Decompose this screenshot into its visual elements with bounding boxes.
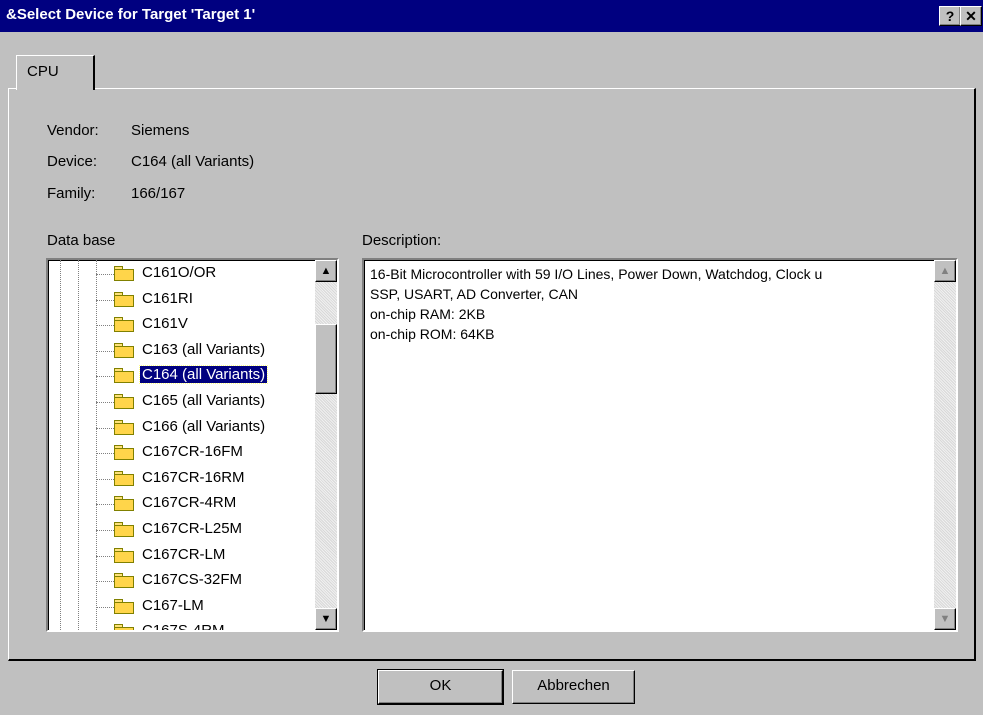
tree-connector (96, 274, 114, 275)
scroll-down-button[interactable]: ▼ (315, 608, 337, 630)
tree-connector (96, 606, 114, 608)
tree-item-label: C167CR-4RM (142, 494, 237, 512)
tree-item-label: C166 (all Variants) (142, 417, 266, 435)
scroll-up-button[interactable]: ▲ (934, 260, 956, 282)
tree-item[interactable]: C167CR-4RM (48, 492, 308, 517)
tree-item-label: C164 (all Variants) (138, 365, 269, 385)
description-line: on-chip RAM: 2KB (370, 306, 486, 322)
folder-icon (114, 291, 135, 307)
tree-item-label: C161V (142, 315, 188, 333)
select-device-dialog: &Select Device for Target 'Target 1' ? ✕… (0, 0, 983, 715)
tree-item[interactable]: C167-LM (48, 595, 308, 620)
scroll-up-button[interactable]: ▲ (315, 260, 337, 282)
folder-icon (114, 317, 135, 333)
description-scrollbar[interactable]: ▲ ▼ (934, 260, 956, 630)
tree-item[interactable]: C167CR-L25M (48, 518, 308, 543)
tree-item[interactable]: C164 (all Variants) (48, 364, 308, 389)
tree-item-label: C167CR-16FM (142, 443, 243, 461)
tree-item[interactable]: C161RI (48, 288, 308, 313)
folder-icon (114, 522, 135, 537)
device-label: Device: (47, 153, 98, 170)
folder-icon (114, 342, 135, 358)
tree-item[interactable]: C161V (48, 313, 308, 338)
title-bar: &Select Device for Target 'Target 1' ? ✕ (0, 0, 983, 32)
tree-connector (96, 350, 114, 352)
folder-icon (114, 445, 135, 461)
tree-connector (96, 325, 114, 327)
folder-icon (114, 598, 135, 614)
tree-item[interactable]: C167CS-32FM (48, 569, 308, 594)
tree-item-label: C161O/OR (142, 264, 217, 281)
help-button[interactable]: ? (939, 6, 961, 26)
tree-item[interactable]: C165 (all Variants) (48, 390, 308, 415)
description-text: 16-Bit Microcontroller with 59 I/O Lines… (370, 264, 822, 344)
tree-connector (96, 555, 114, 557)
vendor-value: Siemens (131, 122, 190, 139)
description-line: 16-Bit Microcontroller with 59 I/O Lines… (370, 266, 823, 282)
description-label: Description: (362, 232, 442, 249)
description-line: SSP, USART, AD Converter, CAN (370, 286, 579, 302)
device-tree[interactable]: C161O/OR C161RI C161V C163 (all Variants) C1… (46, 258, 339, 632)
tree-item[interactable]: C167S-4RM (48, 620, 308, 632)
scroll-thumb[interactable] (315, 324, 337, 394)
window-title: &Select Device for Target 'Target 1' (6, 6, 256, 23)
tree-item-label: C165 (all Variants) (142, 392, 266, 409)
tree-item[interactable]: C167CR-16RM (48, 467, 308, 492)
tree-item-label: C167CR-LM (142, 545, 226, 563)
tree-connector (96, 453, 114, 455)
family-value: 166/167 (131, 185, 186, 202)
cancel-button[interactable]: Abbrechen (512, 670, 635, 704)
tree-connector (96, 504, 114, 506)
folder-icon (114, 573, 135, 589)
scroll-down-button[interactable]: ▼ (934, 608, 956, 630)
tree-item[interactable]: C167CR-16FM (48, 441, 308, 466)
vendor-label: Vendor: (47, 122, 99, 139)
tree-scrollbar[interactable]: ▲ ▼ (315, 260, 337, 630)
folder-icon (114, 624, 135, 630)
tab-cpu[interactable]: CPU (16, 55, 95, 90)
close-button[interactable]: ✕ (960, 6, 982, 26)
tree-item-label: C167-LM (142, 596, 204, 614)
database-label: Data base (47, 232, 116, 249)
ok-button[interactable]: OK (377, 669, 504, 705)
tree-item-label: C167S-4RM (142, 622, 225, 632)
description-box[interactable]: 16-Bit Microcontroller with 59 I/O Lines… (362, 258, 958, 632)
tree-connector (96, 376, 114, 378)
tree-item-label: C163 (all Variants) (142, 340, 266, 358)
folder-icon (114, 496, 135, 512)
tree-item-label: C167CR-16RM (142, 468, 245, 486)
tree-item-label: C161RI (142, 289, 193, 307)
folder-icon (114, 419, 135, 435)
tree-connector (96, 530, 114, 531)
description-line: on-chip ROM: 64KB (370, 326, 495, 342)
tree-item-label: C167CS-32FM (142, 571, 243, 589)
folder-icon (114, 547, 135, 563)
family-label: Family: (47, 185, 96, 202)
tree-item[interactable]: C161O/OR (48, 262, 308, 287)
tree-item-label: C167CR-L25M (142, 520, 243, 537)
tree-item[interactable]: C166 (all Variants) (48, 416, 308, 441)
folder-icon (114, 266, 135, 281)
tree-connector (96, 478, 114, 480)
tree-connector (96, 581, 114, 583)
tree-connector (96, 402, 114, 403)
folder-icon (114, 368, 135, 384)
folder-icon (114, 470, 135, 486)
tab-cpu-label: CPU (27, 63, 59, 80)
tree-item[interactable]: C167CR-LM (48, 544, 308, 569)
tree-connector (96, 299, 114, 301)
device-value: C164 (all Variants) (131, 153, 255, 170)
folder-icon (114, 394, 135, 409)
tree-item[interactable]: C163 (all Variants) (48, 339, 308, 364)
tree-connector (96, 427, 114, 429)
